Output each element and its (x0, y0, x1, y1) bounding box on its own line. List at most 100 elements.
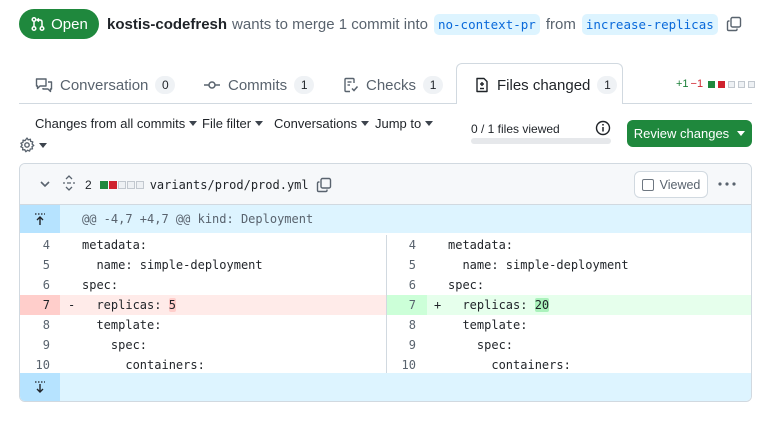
left-line-number[interactable]: 5 (20, 255, 50, 275)
file-path-link[interactable]: variants/prod/prod.yml (150, 178, 309, 192)
head-branch-link[interactable]: increase-replicas (581, 13, 718, 35)
diff-sign-removed: - (68, 298, 76, 312)
viewed-label: Viewed (659, 177, 701, 192)
expand-down-icon[interactable] (20, 373, 60, 401)
left-line-number[interactable]: 4 (20, 235, 50, 255)
right-line-number[interactable]: 4 (386, 235, 416, 255)
right-line-number[interactable]: 10 (386, 355, 416, 375)
right-line-number[interactable]: 9 (386, 335, 416, 355)
added-value: 20 (534, 298, 550, 312)
right-code-line: spec: (448, 338, 514, 352)
expand-up-icon[interactable] (20, 205, 60, 233)
right-code-line: spec: (448, 278, 485, 292)
right-line-number[interactable]: 7 (386, 295, 416, 315)
tab-label: Conversation (60, 76, 149, 94)
pr-status-label: Open (51, 15, 88, 33)
pull-request-icon (30, 16, 46, 32)
tab-count: 1 (423, 76, 444, 94)
diffstat-block-deleted (718, 80, 726, 88)
left-line-number[interactable]: 7 (20, 295, 50, 315)
pr-author-link[interactable]: kostis-codefresh (107, 16, 227, 33)
caret-down-icon (189, 121, 198, 126)
left-line-number[interactable]: 6 (20, 275, 50, 295)
git-commit-icon (203, 77, 221, 93)
additions-count: +1 (676, 78, 689, 90)
diffstat-block-neutral (117, 181, 126, 189)
right-code-line: template: (448, 318, 528, 332)
right-code-line: metadata: (448, 238, 514, 252)
left-code-line: template: (82, 318, 162, 332)
tab-label: Checks (366, 76, 417, 94)
right-line-number[interactable]: 6 (386, 275, 416, 295)
conversations-dropdown[interactable]: Conversations (274, 116, 370, 131)
dropdown-label: Changes from all commits (35, 116, 186, 131)
info-icon[interactable] (595, 120, 611, 136)
hunk-footer-row (20, 373, 751, 401)
split-divider (386, 235, 387, 375)
tab-commits[interactable]: Commits 1 (203, 72, 315, 98)
review-changes-button[interactable]: Review changes (627, 120, 752, 147)
right-code-line: replicas: 20 (448, 295, 748, 315)
collapse-chevron-icon[interactable] (39, 178, 51, 190)
tab-count: 1 (294, 76, 315, 94)
diffstat-block-added (708, 80, 716, 88)
file-filter-dropdown[interactable]: File filter (202, 116, 264, 131)
left-code-line: containers: (82, 358, 205, 372)
tab-conversation[interactable]: Conversation 0 (35, 72, 176, 98)
diffstat-block-neutral (728, 80, 736, 88)
tab-checks[interactable]: Checks 1 (343, 72, 444, 98)
tab-count: 1 (597, 76, 618, 94)
kebab-horizontal-icon[interactable] (718, 182, 736, 186)
dropdown-label: File filter (202, 116, 252, 131)
dropdown-label: Conversations (274, 116, 358, 131)
pr-status-badge: Open (19, 9, 99, 39)
viewed-checkbox[interactable] (641, 178, 654, 191)
tab-label: Files changed (497, 76, 591, 94)
left-line-number[interactable]: 10 (20, 355, 50, 375)
jump-to-dropdown[interactable]: Jump to (375, 116, 434, 131)
diffstat-block-deleted (108, 181, 117, 189)
base-branch-link[interactable]: no-context-pr (433, 13, 540, 35)
files-viewed-progress (471, 138, 611, 144)
right-code-line: containers: (448, 358, 571, 372)
diffstat: +1 −1 (676, 78, 756, 90)
diffstat-block-neutral (135, 181, 144, 189)
right-line-number[interactable]: 5 (386, 255, 416, 275)
caret-down-icon (39, 142, 47, 148)
copy-branch-icon[interactable] (726, 16, 742, 32)
left-line-number[interactable]: 8 (20, 315, 50, 335)
diffstat-block-neutral (126, 181, 135, 189)
dropdown-label: Jump to (375, 116, 422, 131)
diffstat-block-neutral (748, 80, 756, 88)
viewed-checkbox-button[interactable]: Viewed (634, 171, 708, 198)
right-line-number[interactable]: 8 (386, 315, 416, 335)
checklist-icon (343, 77, 359, 93)
left-code-line: replicas: 5 (82, 295, 382, 315)
merge-text: wants to merge 1 commit into (232, 15, 428, 33)
file-header: 2 variants/prod/prod.yml Viewed (20, 164, 751, 205)
removed-value: 5 (168, 298, 176, 312)
left-code-line: spec: (82, 278, 119, 292)
pr-summary: kostis-codefresh wants to merge 1 commit… (107, 13, 742, 35)
comment-discussion-icon (35, 77, 53, 93)
changes-from-dropdown[interactable]: Changes from all commits (35, 116, 198, 131)
right-code-line: name: simple-deployment (448, 258, 629, 272)
files-viewed-count: 0 / 1 files viewed (471, 122, 560, 136)
hunk-header-text: @@ -4,7 +4,7 @@ kind: Deployment (82, 212, 314, 226)
code-prefix: replicas: (82, 298, 169, 312)
copy-path-icon[interactable] (316, 177, 332, 193)
tab-files-changed[interactable]: Files changed 1 (474, 72, 618, 98)
expand-all-icon[interactable] (62, 175, 76, 191)
diff-settings-dropdown[interactable] (19, 137, 47, 153)
tab-label: Commits (228, 76, 288, 94)
gear-icon (19, 137, 35, 153)
diffstat-block-neutral (738, 80, 746, 88)
left-line-number[interactable]: 9 (20, 335, 50, 355)
from-text: from (545, 15, 576, 33)
file-diff-container: 2 variants/prod/prod.yml Viewed @@ -4,7 … (19, 163, 752, 402)
code-prefix: replicas: (448, 298, 535, 312)
left-code-line: name: simple-deployment (82, 258, 263, 272)
caret-down-icon (737, 131, 746, 136)
caret-down-icon (361, 121, 370, 126)
diffstat-block-added (99, 181, 108, 189)
